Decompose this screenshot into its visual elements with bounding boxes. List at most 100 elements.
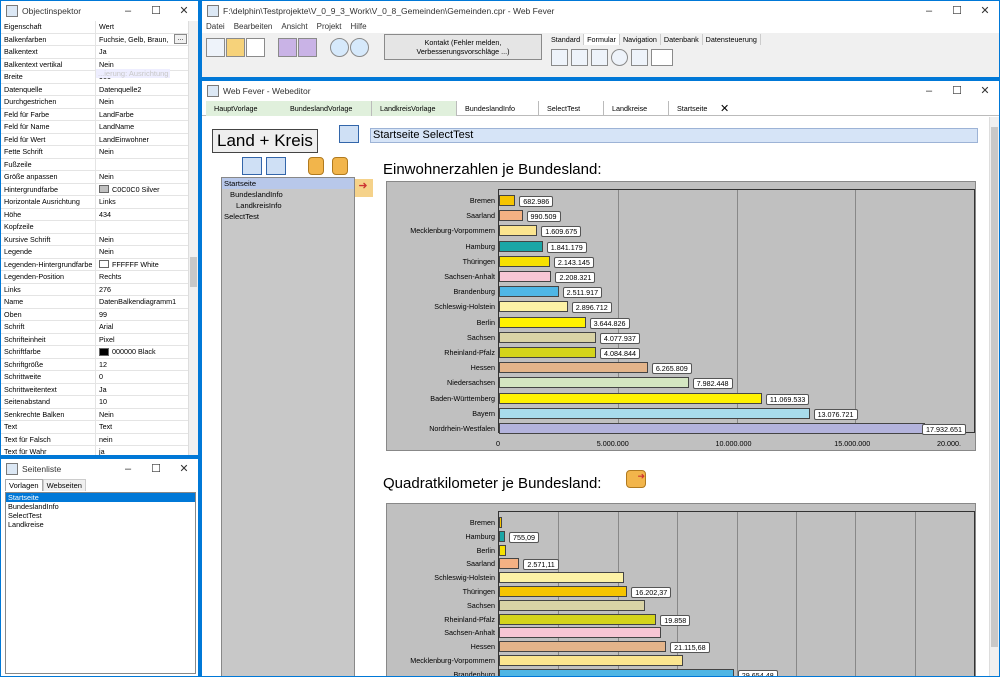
property-value[interactable]: Nein: [96, 96, 188, 108]
close-icon[interactable]: ✕: [170, 4, 198, 17]
property-row[interactable]: Legende Nein: [1, 246, 188, 259]
property-row[interactable]: Fußzeile: [1, 158, 188, 171]
property-value[interactable]: 000000 Black: [96, 346, 188, 358]
property-value[interactable]: Nein: [96, 146, 188, 158]
property-value[interactable]: Nein: [96, 246, 188, 258]
property-row[interactable]: Schriftgröße 12: [1, 358, 188, 371]
maximize-icon[interactable]: ☐: [142, 4, 170, 17]
inspector-scrollbar[interactable]: [188, 21, 198, 455]
property-row[interactable]: Schriftfarbe 000000 Black: [1, 346, 188, 359]
tab-datensteuerung[interactable]: Datensteuerung: [703, 34, 761, 45]
property-value[interactable]: LandEinwohner: [96, 134, 188, 146]
label-icon[interactable]: [571, 49, 588, 66]
property-value[interactable]: Nein: [96, 234, 188, 246]
scrollbar-thumb[interactable]: [991, 127, 998, 647]
tab-datenbank[interactable]: Datenbank: [661, 34, 703, 45]
property-row[interactable]: Feld für Name LandName: [1, 121, 188, 134]
main-titlebar[interactable]: F:\delphin\Testprojekte\V_0_9_3_Work\V_0…: [202, 1, 999, 20]
new-page-icon[interactable]: [206, 38, 225, 57]
property-value[interactable]: [96, 159, 188, 171]
tab-formular[interactable]: Formular: [584, 34, 620, 45]
property-value[interactable]: 99: [96, 309, 188, 321]
property-value[interactable]: Links: [96, 196, 188, 208]
webeditor-titlebar[interactable]: Web Fever - Webeditor – ☐ ✕: [202, 81, 999, 100]
text-block-icon[interactable]: [591, 49, 608, 66]
tab-bundeslandinfo[interactable]: BundeslandInfo: [457, 101, 539, 116]
form-icon[interactable]: [551, 49, 568, 66]
list-item[interactable]: BundeslandInfo: [6, 502, 195, 511]
property-value[interactable]: nein: [96, 434, 188, 446]
property-row[interactable]: Balkentext Ja: [1, 46, 188, 59]
tab-landkreisvorlage[interactable]: LandkreisVorlage: [372, 101, 457, 116]
nav-item-selecttest[interactable]: SelectTest: [222, 211, 354, 222]
property-row[interactable]: Datenquelle Datenquelle2: [1, 83, 188, 96]
property-value[interactable]: ja: [96, 446, 188, 455]
property-value[interactable]: Nein: [96, 409, 188, 421]
tab-standard[interactable]: Standard: [548, 34, 585, 45]
menu-hilfe[interactable]: Hilfe: [351, 22, 367, 31]
minimize-icon[interactable]: –: [114, 5, 142, 17]
nav-item-landkreisinfo[interactable]: LandkreisInfo: [222, 200, 354, 211]
property-value[interactable]: Datenquelle2: [96, 84, 188, 96]
property-value[interactable]: Text: [96, 421, 188, 433]
property-value[interactable]: Pixel: [96, 334, 188, 346]
menu-datei[interactable]: Datei: [206, 22, 225, 31]
property-value[interactable]: Ja: [96, 46, 188, 58]
close-icon[interactable]: ✕: [170, 462, 198, 475]
seitenliste-titlebar[interactable]: Seitenliste – ☐ ✕: [1, 459, 198, 478]
property-row[interactable]: Senkrechte Balken Nein: [1, 408, 188, 421]
property-row[interactable]: Höhe 434: [1, 208, 188, 221]
object-inspector-titlebar[interactable]: Objectinspektor – ☐ ✕: [1, 1, 198, 20]
menu-bearbeiten[interactable]: Bearbeiten: [234, 22, 273, 31]
property-row[interactable]: Kursive Schrift Nein: [1, 233, 188, 246]
open-folder-icon[interactable]: [226, 38, 245, 57]
tab-bundeslandvorlage[interactable]: BundeslandVorlage: [282, 101, 372, 116]
property-row[interactable]: Text für Falsch nein: [1, 433, 188, 446]
tab-vorlagen[interactable]: Vorlagen: [5, 479, 43, 491]
minimize-icon[interactable]: –: [114, 463, 142, 475]
web-refresh-icon[interactable]: [330, 38, 349, 57]
property-row[interactable]: Schrittweitentext Ja: [1, 383, 188, 396]
nav-item-startseite[interactable]: Startseite: [222, 178, 354, 189]
property-row[interactable]: Schrittweite 0: [1, 371, 188, 384]
save-icon[interactable]: [278, 38, 297, 57]
save-all-icon[interactable]: [298, 38, 317, 57]
property-value[interactable]: DatenBalkendiagramm1: [96, 296, 188, 308]
tab-landkreise[interactable]: Landkreise: [604, 101, 669, 116]
property-row[interactable]: Fette Schrift Nein: [1, 146, 188, 159]
close-icon[interactable]: ✕: [971, 4, 999, 17]
tab-navigation[interactable]: Navigation: [620, 34, 661, 45]
property-value[interactable]: Arial: [96, 321, 188, 333]
list-item[interactable]: Startseite: [6, 493, 195, 502]
ellipsis-button[interactable]: ...: [174, 34, 187, 44]
property-row[interactable]: Text für Wahr ja: [1, 446, 188, 455]
nav-item-bundeslandinfo[interactable]: BundeslandInfo: [222, 189, 354, 200]
tab-selecttest[interactable]: SelectTest: [539, 101, 604, 116]
tab-hauptvorlage[interactable]: HauptVorlage: [206, 101, 286, 116]
property-row[interactable]: Text Text: [1, 421, 188, 434]
maximize-icon[interactable]: ☐: [943, 4, 971, 17]
property-value[interactable]: 0: [96, 371, 188, 383]
list-item[interactable]: Landkreise: [6, 520, 195, 529]
property-value[interactable]: Ja: [96, 384, 188, 396]
menu-projekt[interactable]: Projekt: [317, 22, 342, 31]
maximize-icon[interactable]: ☐: [142, 462, 170, 475]
property-row[interactable]: Feld für Wert LandEinwohner: [1, 133, 188, 146]
property-value[interactable]: [96, 221, 188, 233]
property-row[interactable]: Seitenabstand 10: [1, 396, 188, 409]
property-value[interactable]: Nein: [96, 171, 188, 183]
property-row[interactable]: Links 276: [1, 283, 188, 296]
property-value[interactable]: LandName: [96, 121, 188, 133]
blank-page-icon[interactable]: [246, 38, 265, 57]
property-row[interactable]: Horizontale Ausrichtung Links: [1, 196, 188, 209]
property-value[interactable]: 434: [96, 209, 188, 221]
contact-button[interactable]: Kontakt (Fehler melden, Verbesserungsvor…: [384, 34, 542, 60]
minimize-icon[interactable]: –: [915, 85, 943, 97]
property-row[interactable]: Größe anpassen Nein: [1, 171, 188, 184]
property-value[interactable]: Rechts: [96, 271, 188, 283]
property-row[interactable]: Legenden-Hintergrundfarbe FFFFFF White: [1, 258, 188, 271]
minimize-icon[interactable]: –: [915, 5, 943, 17]
property-row[interactable]: Schrift Arial: [1, 321, 188, 334]
property-row[interactable]: Hintergrundfarbe C0C0C0 Silver: [1, 183, 188, 196]
tab-webseiten[interactable]: Webseiten: [42, 479, 86, 491]
